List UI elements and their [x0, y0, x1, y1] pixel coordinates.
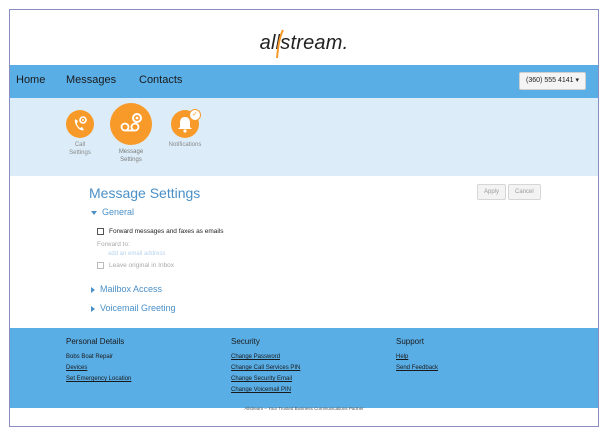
expand-right-icon	[91, 286, 95, 293]
footer-tagline: Allstream – Your Trusted Business Commun…	[244, 406, 364, 411]
footer: Personal Details Bobs Boat Repair Device…	[10, 328, 598, 408]
expand-right-icon	[91, 305, 95, 312]
notifications-circle: ✓	[171, 109, 201, 138]
footer-security-title: Security	[231, 337, 260, 346]
brand-name: allstream.	[259, 32, 349, 54]
app-frame: allstream. Home Messages Contacts (360) …	[9, 9, 599, 427]
notifications-label: Notifications	[168, 142, 202, 148]
leave-original-checkbox[interactable]	[97, 262, 104, 269]
subnav-call-settings[interactable]: Call Settings	[60, 110, 100, 157]
leave-original-row: Leave original in Inbox	[97, 262, 174, 269]
logo-mark-icon	[276, 29, 284, 59]
phone-number-dropdown[interactable]: (360) 555 4141 ▾	[519, 72, 586, 90]
subnav-message-settings[interactable]: Message Settings	[108, 103, 154, 164]
change-voicemail-pin-link[interactable]: Change Voicemail PIN	[231, 387, 291, 393]
nav-messages[interactable]: Messages	[66, 74, 116, 86]
change-pin-link[interactable]: Change Call Services PIN	[231, 365, 300, 371]
voicemail-gear-icon	[120, 113, 142, 132]
help-link[interactable]: Help	[396, 354, 408, 360]
call-settings-circle	[66, 110, 94, 138]
message-settings-circle	[110, 103, 152, 145]
phone-gear-icon	[74, 116, 87, 131]
leave-original-label: Leave original in Inbox	[109, 262, 175, 270]
section-general[interactable]: General	[91, 207, 134, 217]
brand-logo: allstream.	[10, 29, 598, 59]
forward-option-row: Forward messages and faxes as emails	[97, 228, 224, 235]
business-name: Bobs Boat Repair	[66, 354, 114, 360]
page-title: Message Settings	[89, 185, 201, 201]
emergency-location-link[interactable]: Set Emergency Location	[66, 376, 131, 382]
nav-contacts[interactable]: Contacts	[139, 74, 182, 86]
main-content: Message Settings Apply Cancel General Fo…	[10, 176, 598, 328]
apply-button[interactable]: Apply	[477, 184, 507, 200]
settings-subnav: Call Settings Message Settings ✓ Notific…	[10, 98, 598, 176]
top-navbar: Home Messages Contacts (360) 555 4141 ▾	[10, 65, 598, 98]
forward-checkbox[interactable]	[97, 228, 104, 235]
change-password-link[interactable]: Change Password	[231, 354, 280, 360]
call-settings-label: Call Settings	[69, 142, 91, 156]
footer-support-title: Support	[396, 337, 425, 346]
section-mailbox-access[interactable]: Mailbox Access	[91, 284, 162, 294]
expand-down-icon	[91, 210, 97, 215]
message-settings-label: Message Settings	[118, 149, 144, 163]
footer-personal-title: Personal Details	[66, 337, 125, 346]
devices-link[interactable]: Devices	[66, 365, 87, 371]
section-voicemail-greeting[interactable]: Voicemail Greeting	[91, 303, 176, 313]
nav-home[interactable]: Home	[16, 74, 45, 86]
send-feedback-link[interactable]: Send Feedback	[396, 365, 438, 371]
check-icon: ✓	[189, 109, 201, 121]
forward-to-label: Forward to:	[97, 241, 130, 248]
cancel-button[interactable]: Cancel	[508, 184, 541, 200]
change-security-email-link[interactable]: Change Security Email	[231, 376, 292, 382]
subnav-notifications[interactable]: ✓ Notifications	[162, 109, 208, 149]
email-input[interactable]: add an email address	[108, 251, 165, 257]
forward-option-label: Forward messages and faxes as emails	[109, 228, 224, 236]
